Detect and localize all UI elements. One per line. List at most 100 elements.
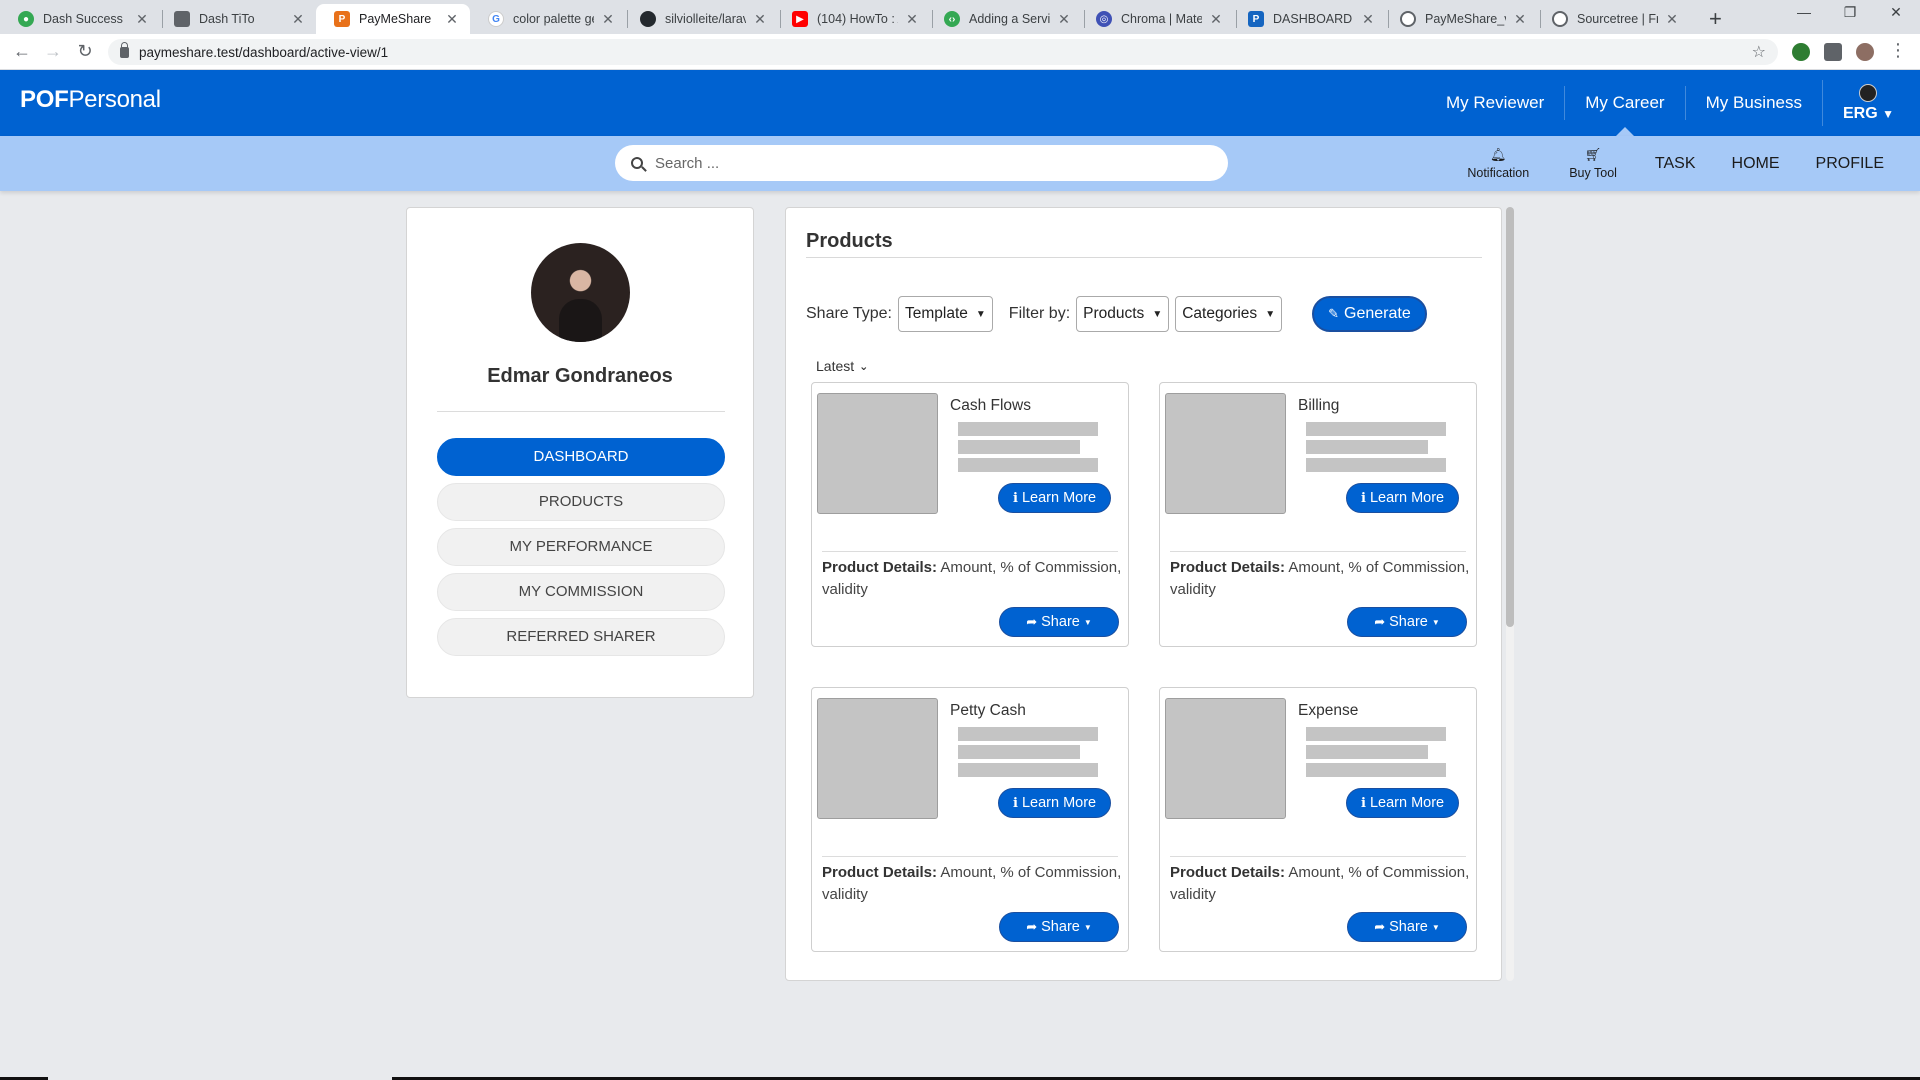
address-bar[interactable]: paymeshare.test/dashboard/active-view/1 …: [108, 39, 1778, 65]
close-tab-icon[interactable]: ✕: [444, 11, 460, 28]
products-scrollbar[interactable]: [1506, 207, 1514, 981]
nav-my-career[interactable]: My Career: [1564, 86, 1684, 136]
restore-icon[interactable]: ❐: [1830, 4, 1870, 21]
menu-dashboard-button[interactable]: DASHBOARD: [437, 438, 725, 476]
app-header: POFPersonal My Reviewer My Career My Bus…: [0, 70, 1920, 136]
product-thumbnail: [817, 393, 938, 514]
menu-products-button[interactable]: PRODUCTS: [437, 483, 725, 521]
divider: [822, 856, 1118, 857]
learn-more-button[interactable]: i Learn More: [998, 788, 1112, 818]
caret-down-icon: ▼: [1431, 922, 1440, 932]
search-box[interactable]: [615, 145, 1228, 181]
sort-latest-dropdown[interactable]: Latest ⌄: [816, 358, 868, 374]
forward-arrow-icon[interactable]: →: [41, 41, 65, 62]
filter-categories-select[interactable]: Categories ▼: [1175, 296, 1283, 332]
globe-icon: [1552, 11, 1568, 27]
globe-icon: [1400, 11, 1416, 27]
product-name: Billing: [1298, 397, 1340, 414]
share-button[interactable]: ➦ Share ▼: [1347, 607, 1467, 637]
new-tab-button[interactable]: +: [1709, 6, 1722, 32]
filter-products-select[interactable]: Products ▼: [1076, 296, 1170, 332]
menu-referred-sharer-button[interactable]: REFERRED SHARER: [437, 618, 725, 656]
close-tab-icon[interactable]: ✕: [1056, 11, 1072, 28]
browser-tab[interactable]: ‹› Adding a Service ✕: [926, 4, 1082, 34]
close-tab-icon[interactable]: ✕: [134, 11, 150, 28]
info-icon: i: [1013, 795, 1018, 811]
user-menu[interactable]: ERG ▼: [1821, 80, 1920, 126]
browser-tab[interactable]: Sourcetree | Free ✕: [1534, 4, 1690, 34]
notification-button[interactable]: 🔔︎ Notification: [1447, 147, 1549, 180]
generate-button[interactable]: ✎ Generate: [1312, 296, 1427, 332]
divider: [806, 257, 1482, 258]
close-tab-icon[interactable]: ✕: [1664, 11, 1680, 28]
product-details: Product Details: Amount, % of Commission…: [822, 559, 1122, 598]
browser-tab[interactable]: PayMeShare_v3.p ✕: [1382, 4, 1538, 34]
share-icon: ➦: [1374, 919, 1386, 934]
caret-down-icon: ▼: [1083, 922, 1092, 932]
nav-task[interactable]: TASK: [1637, 155, 1714, 173]
app-logo[interactable]: POFPersonal: [20, 86, 161, 114]
menu-my-performance-button[interactable]: MY PERFORMANCE: [437, 528, 725, 566]
browser-tab[interactable]: Dash TiTo ✕: [156, 4, 316, 34]
product-details: Product Details: Amount, % of Commission…: [1170, 864, 1470, 903]
nav-home[interactable]: HOME: [1714, 155, 1798, 173]
filter-by-label: Filter by:: [1008, 305, 1071, 322]
share-icon: ➦: [1374, 614, 1386, 629]
chevron-down-icon: ▼: [1152, 308, 1163, 320]
close-tab-icon[interactable]: ✕: [600, 11, 616, 28]
browser-tab[interactable]: P DASHBOARD - P ✕: [1230, 4, 1386, 34]
scrollbar-thumb[interactable]: [1506, 207, 1514, 627]
buy-tool-button[interactable]: 🛒︎ Buy Tool: [1549, 147, 1637, 180]
search-input[interactable]: [655, 154, 1195, 172]
placeholder-line: [1306, 763, 1446, 777]
learn-more-button[interactable]: i Learn More: [1346, 788, 1460, 818]
caret-down-icon: ▼: [1083, 617, 1092, 627]
dashboard-icon: P: [1248, 11, 1264, 27]
browser-tab[interactable]: G color palette gen ✕: [470, 4, 626, 34]
share-type-label: Share Type:: [806, 305, 892, 322]
browser-tab[interactable]: ▶ (104) HowTo : Ac ✕: [774, 4, 930, 34]
browser-tab-strip: ● Dash Success ✕ Dash TiTo ✕ P PayMeShar…: [0, 0, 1920, 34]
profile-avatar-icon[interactable]: [1856, 43, 1874, 61]
close-tab-icon[interactable]: ✕: [752, 11, 768, 28]
placeholder-line: [1306, 727, 1446, 741]
menu-my-commission-button[interactable]: MY COMMISSION: [437, 573, 725, 611]
close-tab-icon[interactable]: ✕: [290, 11, 306, 28]
reload-icon[interactable]: ↻: [73, 41, 97, 62]
close-tab-icon[interactable]: ✕: [1360, 11, 1376, 28]
share-icon: ➦: [1026, 614, 1038, 629]
learn-more-button[interactable]: i Learn More: [998, 483, 1112, 513]
products-title: Products: [806, 230, 893, 252]
nav-my-reviewer[interactable]: My Reviewer: [1426, 86, 1564, 120]
share-button[interactable]: ➦ Share ▼: [1347, 912, 1467, 942]
placeholder-line: [958, 422, 1098, 436]
user-circle-icon: ●: [18, 11, 34, 27]
close-window-icon[interactable]: ✕: [1876, 4, 1916, 21]
back-arrow-icon[interactable]: ←: [10, 41, 34, 62]
close-tab-icon[interactable]: ✕: [1208, 11, 1224, 28]
browser-tab[interactable]: ◎ Chroma | Materi ✕: [1078, 4, 1234, 34]
share-button[interactable]: ➦ Share ▼: [999, 607, 1119, 637]
browser-tab[interactable]: ● Dash Success ✕: [0, 4, 160, 34]
learn-more-button[interactable]: i Learn More: [1346, 483, 1460, 513]
profile-name: Edmar Gondraneos: [487, 365, 673, 387]
extension-icon[interactable]: [1792, 43, 1810, 61]
profile-menu: DASHBOARD PRODUCTS MY PERFORMANCE MY COM…: [437, 438, 725, 663]
minimize-icon[interactable]: —: [1784, 4, 1824, 20]
nav-profile[interactable]: PROFILE: [1798, 155, 1920, 173]
chevron-down-icon: ▼: [975, 308, 986, 320]
more-menu-icon[interactable]: ⋮: [1886, 40, 1910, 61]
placeholder-line: [1306, 745, 1428, 759]
browser-tab[interactable]: silviolleite/larave ✕: [622, 4, 778, 34]
bookmark-star-icon[interactable]: ☆: [1752, 42, 1766, 62]
puzzle-icon[interactable]: [1824, 43, 1842, 61]
share-type-select[interactable]: Template ▼: [897, 296, 993, 332]
nav-my-business[interactable]: My Business: [1684, 86, 1822, 120]
close-tab-icon[interactable]: ✕: [1512, 11, 1528, 28]
share-button[interactable]: ➦ Share ▼: [999, 912, 1119, 942]
browser-tab-active[interactable]: P PayMeShare ✕: [316, 4, 470, 34]
lock-icon: [120, 41, 129, 58]
google-icon: G: [488, 11, 504, 27]
close-tab-icon[interactable]: ✕: [904, 11, 920, 28]
search-icon: [631, 157, 643, 169]
